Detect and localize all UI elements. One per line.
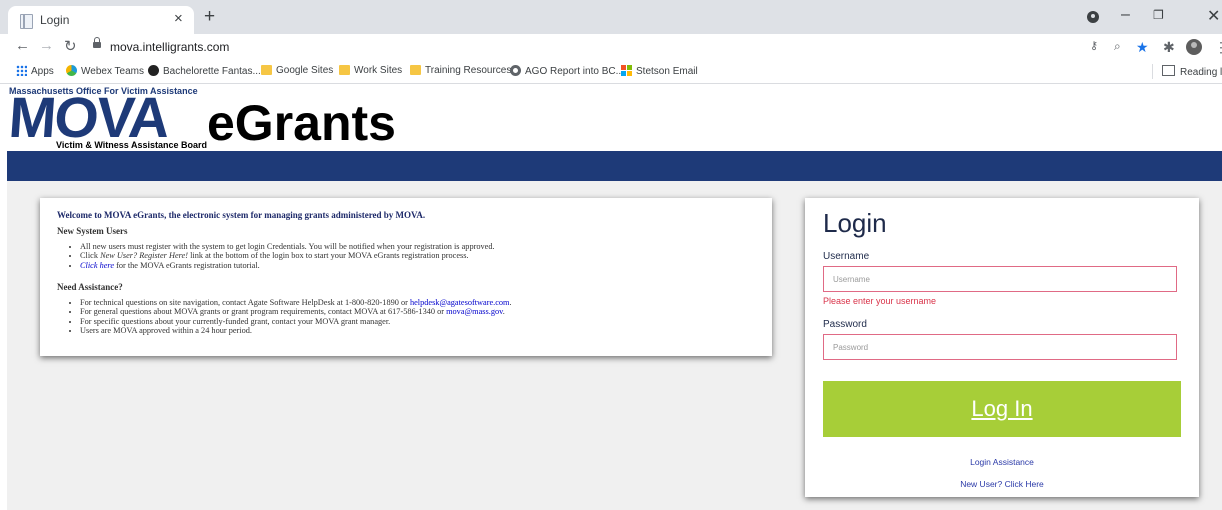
globe-icon: [510, 65, 521, 76]
menu-kebab-icon[interactable]: ⋮: [1214, 39, 1222, 56]
login-title: Login: [823, 208, 887, 238]
tab-title: Login: [40, 13, 70, 27]
board-name: Victim & Witness Assistance Board: [54, 140, 209, 150]
new-tab-button[interactable]: +: [204, 7, 215, 26]
folder-icon: [261, 65, 272, 75]
browser-tab-bar: Login × + – ❐ ✕: [0, 0, 1222, 34]
login-button[interactable]: Log In: [823, 381, 1181, 437]
welcome-panel: Welcome to MOVA eGrants, the electronic …: [40, 198, 772, 356]
username-error: Please enter your username: [823, 296, 937, 306]
list-item: All new users must register with the sys…: [80, 242, 495, 251]
apps-grid-icon: [16, 65, 27, 76]
welcome-title: Welcome to MOVA eGrants, the electronic …: [57, 210, 426, 220]
back-arrow-icon[interactable]: ←: [15, 37, 30, 54]
register-reference: New User? Register Here!: [100, 251, 189, 261]
webex-icon: [66, 65, 77, 76]
folder-icon: [410, 65, 421, 75]
bookmark-apps[interactable]: Apps: [16, 65, 54, 77]
tutorial-link[interactable]: Click here: [80, 261, 114, 270]
login-panel: Login Username Please enter your usernam…: [805, 198, 1199, 497]
user-avatar[interactable]: [1186, 39, 1202, 55]
bookmark-stetson-email[interactable]: Stetson Email: [621, 65, 698, 77]
key-icon[interactable]: ⚷: [1090, 39, 1098, 52]
password-label: Password: [823, 319, 867, 330]
new-user-link[interactable]: New User? Click Here: [823, 479, 1181, 489]
list-item: Users are MOVA approved within a 24 hour…: [80, 326, 512, 335]
browser-toolbar: ← → ↻ mova.intelligrants.com ⚷ ⌕ ★ ✱ ⋮: [0, 34, 1222, 61]
password-input[interactable]: [823, 334, 1177, 360]
close-window-button[interactable]: ✕: [1207, 6, 1220, 26]
site-header: MOVA Massachusetts Office For Victim Ass…: [0, 84, 1222, 151]
list-item: Click here for the MOVA eGrants registra…: [80, 261, 495, 270]
microsoft-icon: [621, 65, 632, 76]
maximize-button[interactable]: ❐: [1153, 8, 1164, 22]
reading-list-button[interactable]: Reading list: [1162, 65, 1222, 78]
folder-icon: [339, 65, 350, 75]
helpdesk-email-link[interactable]: helpdesk@agatesoftware.com: [410, 298, 510, 307]
page-favicon-icon: [20, 14, 33, 29]
bookmarks-divider: [1152, 64, 1153, 79]
list-item: For technical questions on site navigati…: [80, 298, 512, 307]
bachelorette-icon: [148, 65, 159, 76]
bookmark-star-icon[interactable]: ★: [1136, 39, 1149, 56]
bookmark-training-resources[interactable]: Training Resources: [410, 65, 511, 76]
browser-tab[interactable]: Login ×: [8, 6, 194, 34]
profile-indicator-icon[interactable]: [1087, 11, 1099, 23]
zoom-icon[interactable]: ⌕: [1114, 39, 1121, 54]
new-users-list: All new users must register with the sys…: [70, 242, 495, 270]
extensions-puzzle-icon[interactable]: ✱: [1163, 39, 1175, 56]
username-input[interactable]: [823, 266, 1177, 292]
org-name: Massachusetts Office For Victim Assistan…: [9, 86, 198, 96]
reading-list-icon: [1162, 65, 1175, 76]
address-bar[interactable]: mova.intelligrants.com: [110, 40, 229, 54]
username-label: Username: [823, 251, 870, 262]
new-users-heading: New System Users: [57, 226, 128, 236]
list-item: Click New User? Register Here! link at t…: [80, 251, 495, 260]
tab-close-icon[interactable]: ×: [174, 10, 183, 27]
bookmark-bachelorette[interactable]: Bachelorette Fantas...: [148, 65, 261, 77]
bookmark-work-sites[interactable]: Work Sites: [339, 65, 402, 76]
mova-logo: MOVA: [6, 86, 171, 150]
egrants-logo: eGrants: [207, 95, 396, 151]
bookmark-ago-report[interactable]: AGO Report into BC...: [510, 65, 624, 77]
minimize-button[interactable]: –: [1121, 6, 1130, 24]
login-assistance-link[interactable]: Login Assistance: [823, 457, 1181, 467]
mova-email-link[interactable]: mova@mass.gov: [446, 307, 503, 316]
lock-icon[interactable]: [93, 37, 101, 48]
header-band: [7, 151, 1222, 181]
assistance-heading: Need Assistance?: [57, 282, 123, 292]
assistance-list: For technical questions on site navigati…: [70, 298, 512, 336]
bookmarks-bar: Apps Webex Teams Bachelorette Fantas... …: [0, 61, 1222, 84]
forward-arrow-icon[interactable]: →: [39, 37, 54, 54]
bookmark-google-sites[interactable]: Google Sites: [261, 65, 333, 76]
list-item: For specific questions about your curren…: [80, 317, 512, 326]
bookmark-webex-teams[interactable]: Webex Teams: [66, 65, 144, 77]
list-item: For general questions about MOVA grants …: [80, 307, 512, 316]
reload-icon[interactable]: ↻: [64, 37, 77, 55]
